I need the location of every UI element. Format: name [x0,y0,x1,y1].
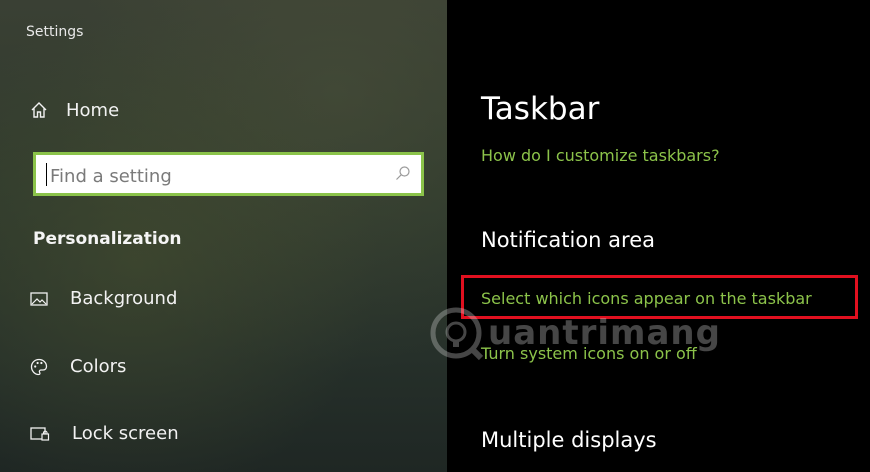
home-icon [31,102,47,118]
window-title: Settings [26,24,84,40]
sidebar-item-background[interactable]: Background [30,288,177,309]
page-title: Taskbar [481,91,600,127]
settings-sidebar: Settings Home Personalization Background… [0,0,447,472]
sidebar-item-home[interactable]: Home [30,96,119,124]
section-heading-personalization: Personalization [33,229,182,249]
palette-icon [30,358,48,375]
text-caret [46,163,47,186]
sidebar-item-colors[interactable]: Colors [30,356,126,377]
sidebar-item-label: Colors [70,356,127,377]
image-icon [30,291,48,306]
search-icon[interactable] [395,165,411,181]
highlight-box [461,275,858,319]
search-input[interactable] [48,161,392,191]
lock-screen-icon [30,426,50,441]
notification-area-heading: Notification area [481,228,655,252]
help-link[interactable]: How do I customize taskbars? [481,146,720,165]
search-box[interactable] [33,152,424,196]
sidebar-item-lock-screen[interactable]: Lock screen [30,423,179,444]
sidebar-item-label: Home [66,99,120,121]
sidebar-item-label: Lock screen [72,423,179,444]
settings-content: Taskbar How do I customize taskbars? Not… [447,0,870,472]
sidebar-item-label: Background [70,288,178,309]
system-icons-link[interactable]: Turn system icons on or off [481,344,697,363]
multiple-displays-heading: Multiple displays [481,428,657,452]
